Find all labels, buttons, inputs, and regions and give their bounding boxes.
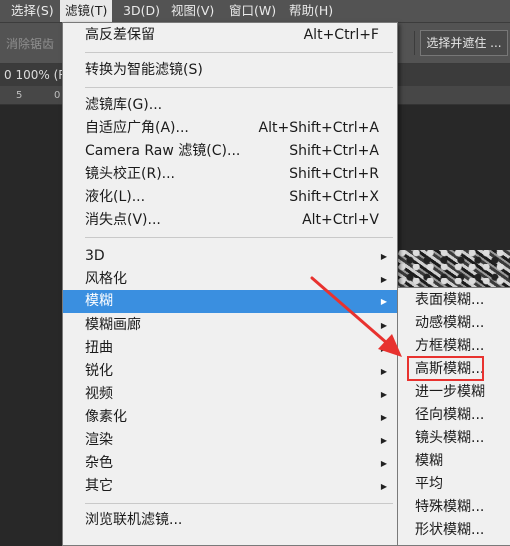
menu-item-shortcut: Alt+Shift+Ctrl+A [258, 120, 379, 136]
menubar: 选择(S) 滤镜(T) 3D(D) 视图(V) 窗口(W) 帮助(H) [0, 0, 510, 23]
menu-item-filter-gallery[interactable]: 滤镜库(G)... [63, 94, 397, 117]
menu-item-high-pass[interactable]: 高反差保留 Alt+Ctrl+F [63, 24, 397, 47]
menubar-item-help[interactable]: 帮助(H) [284, 0, 338, 22]
menu-item-browse-online-filters[interactable]: 浏览联机滤镜... [63, 509, 397, 532]
menubar-item-3d[interactable]: 3D(D) [118, 0, 165, 22]
menu-item-video[interactable]: 视频 ▶ [63, 383, 397, 406]
ruler-tick: 0 [54, 90, 61, 101]
menu-item-label: 锐化 [85, 363, 113, 379]
triangle-right-icon: ▶ [380, 367, 387, 376]
submenu-item-label: 平均 [415, 476, 443, 492]
submenu-item-label: 径向模糊... [415, 407, 485, 423]
submenu-item-label: 形状模糊... [415, 522, 485, 538]
menu-separator [85, 503, 393, 504]
triangle-right-icon: ▶ [380, 413, 387, 422]
menu-separator [85, 237, 393, 238]
menu-item-pixelate[interactable]: 像素化 ▶ [63, 406, 397, 429]
menu-item-label: 模糊 [85, 293, 113, 309]
triangle-right-icon: ▶ [380, 297, 387, 306]
submenu-item-blur-more[interactable]: 进一步模糊 [398, 381, 510, 404]
menu-item-adaptive-wide-angle[interactable]: 自适应广角(A)... Alt+Shift+Ctrl+A [63, 117, 397, 140]
submenu-item-motion-blur[interactable]: 动感模糊... [398, 312, 510, 335]
menu-item-label: 液化(L)... [85, 189, 146, 205]
triangle-right-icon: ▶ [380, 482, 387, 491]
submenu-item-label: 特殊模糊... [415, 499, 485, 515]
menubar-item-filter[interactable]: 滤镜(T) [60, 0, 113, 22]
menu-item-liquify[interactable]: 液化(L)... Shift+Ctrl+X [63, 186, 397, 209]
menu-item-label: 杂色 [85, 455, 113, 471]
filter-menu: 高反差保留 Alt+Ctrl+F 转换为智能滤镜(S) 滤镜库(G)... 自适… [62, 22, 398, 546]
submenu-item-label: 镜头模糊... [415, 430, 485, 446]
triangle-right-icon: ▶ [380, 390, 387, 399]
triangle-right-icon: ▶ [380, 252, 387, 261]
menu-item-convert-smart-filter[interactable]: 转换为智能滤镜(S) [63, 59, 397, 82]
menubar-item-select[interactable]: 选择(S) [6, 0, 59, 22]
menu-item-shortcut: Alt+Ctrl+F [303, 27, 379, 43]
menu-item-label: 像素化 [85, 409, 127, 425]
menu-item-sharpen[interactable]: 锐化 ▶ [63, 360, 397, 383]
menu-item-vanishing-point[interactable]: 消失点(V)... Alt+Ctrl+V [63, 209, 397, 232]
menu-item-camera-raw[interactable]: Camera Raw 滤镜(C)... Shift+Ctrl+A [63, 140, 397, 163]
submenu-item-average[interactable]: 平均 [398, 473, 510, 496]
menubar-item-view[interactable]: 视图(V) [166, 0, 219, 22]
menu-item-noise[interactable]: 杂色 ▶ [63, 452, 397, 475]
menu-item-label: 风格化 [85, 271, 127, 287]
menu-item-label: 镜头校正(R)... [85, 166, 176, 182]
menu-item-lens-correction[interactable]: 镜头校正(R)... Shift+Ctrl+R [63, 163, 397, 186]
menu-item-shortcut: Shift+Ctrl+A [289, 143, 379, 159]
menu-item-stylize[interactable]: 风格化 ▶ [63, 268, 397, 291]
menu-item-label: 渲染 [85, 432, 113, 448]
menu-item-label: 高反差保留 [85, 27, 155, 43]
submenu-item-label: 方框模糊... [415, 338, 485, 354]
submenu-item-label: 进一步模糊 [415, 384, 485, 400]
submenu-item-label: 模糊 [415, 453, 443, 469]
menu-item-label: 扭曲 [85, 340, 113, 356]
triangle-right-icon: ▶ [380, 321, 387, 330]
menu-item-label: 浏览联机滤镜... [85, 512, 183, 528]
submenu-item-radial-blur[interactable]: 径向模糊... [398, 404, 510, 427]
triangle-right-icon: ▶ [380, 344, 387, 353]
submenu-item-box-blur[interactable]: 方框模糊... [398, 335, 510, 358]
menu-separator [85, 52, 393, 53]
menu-item-label: 3D [85, 248, 105, 264]
menu-item-label: 消失点(V)... [85, 212, 161, 228]
menu-item-label: 其它 [85, 478, 113, 494]
menu-separator [85, 87, 393, 88]
select-and-mask-button[interactable]: 选择并遮住 ... [420, 30, 508, 56]
menubar-item-window[interactable]: 窗口(W) [224, 0, 281, 22]
menu-item-other[interactable]: 其它 ▶ [63, 475, 397, 498]
menu-item-label: 滤镜库(G)... [85, 97, 163, 113]
triangle-right-icon: ▶ [380, 275, 387, 284]
menu-item-shortcut: Shift+Ctrl+X [289, 189, 379, 205]
menu-item-3d[interactable]: 3D ▶ [63, 245, 397, 268]
antialias-label: 消除锯齿 [6, 37, 55, 51]
menu-item-shortcut: Shift+Ctrl+R [289, 166, 379, 182]
menu-item-label: 模糊画廊 [85, 317, 141, 333]
blur-submenu: 表面模糊... 动感模糊... 方框模糊... 高斯模糊... 进一步模糊 径向… [397, 287, 510, 546]
menu-item-label: 转换为智能滤镜(S) [85, 62, 203, 78]
submenu-item-label: 表面模糊... [415, 292, 485, 308]
menu-item-blur[interactable]: 模糊 ▶ [63, 290, 397, 313]
ruler-tick: 5 [16, 90, 23, 101]
menu-item-blur-gallery[interactable]: 模糊画廊 ▶ [63, 314, 397, 337]
submenu-item-shape-blur[interactable]: 形状模糊... [398, 519, 510, 542]
menu-item-render[interactable]: 渲染 ▶ [63, 429, 397, 452]
menu-item-label: Camera Raw 滤镜(C)... [85, 143, 241, 159]
submenu-item-smart-blur[interactable]: 特殊模糊... [398, 496, 510, 519]
submenu-item-surface-blur[interactable]: 表面模糊... [398, 289, 510, 312]
menu-item-shortcut: Alt+Ctrl+V [302, 212, 379, 228]
triangle-right-icon: ▶ [380, 436, 387, 445]
annotation-highlight-box [407, 356, 484, 381]
submenu-item-lens-blur[interactable]: 镜头模糊... [398, 427, 510, 450]
options-separator [414, 31, 415, 55]
menu-item-label: 自适应广角(A)... [85, 120, 189, 136]
submenu-item-label: 动感模糊... [415, 315, 485, 331]
submenu-item-blur[interactable]: 模糊 [398, 450, 510, 473]
triangle-right-icon: ▶ [380, 459, 387, 468]
menu-item-distort[interactable]: 扭曲 ▶ [63, 337, 397, 360]
menu-item-label: 视频 [85, 386, 113, 402]
